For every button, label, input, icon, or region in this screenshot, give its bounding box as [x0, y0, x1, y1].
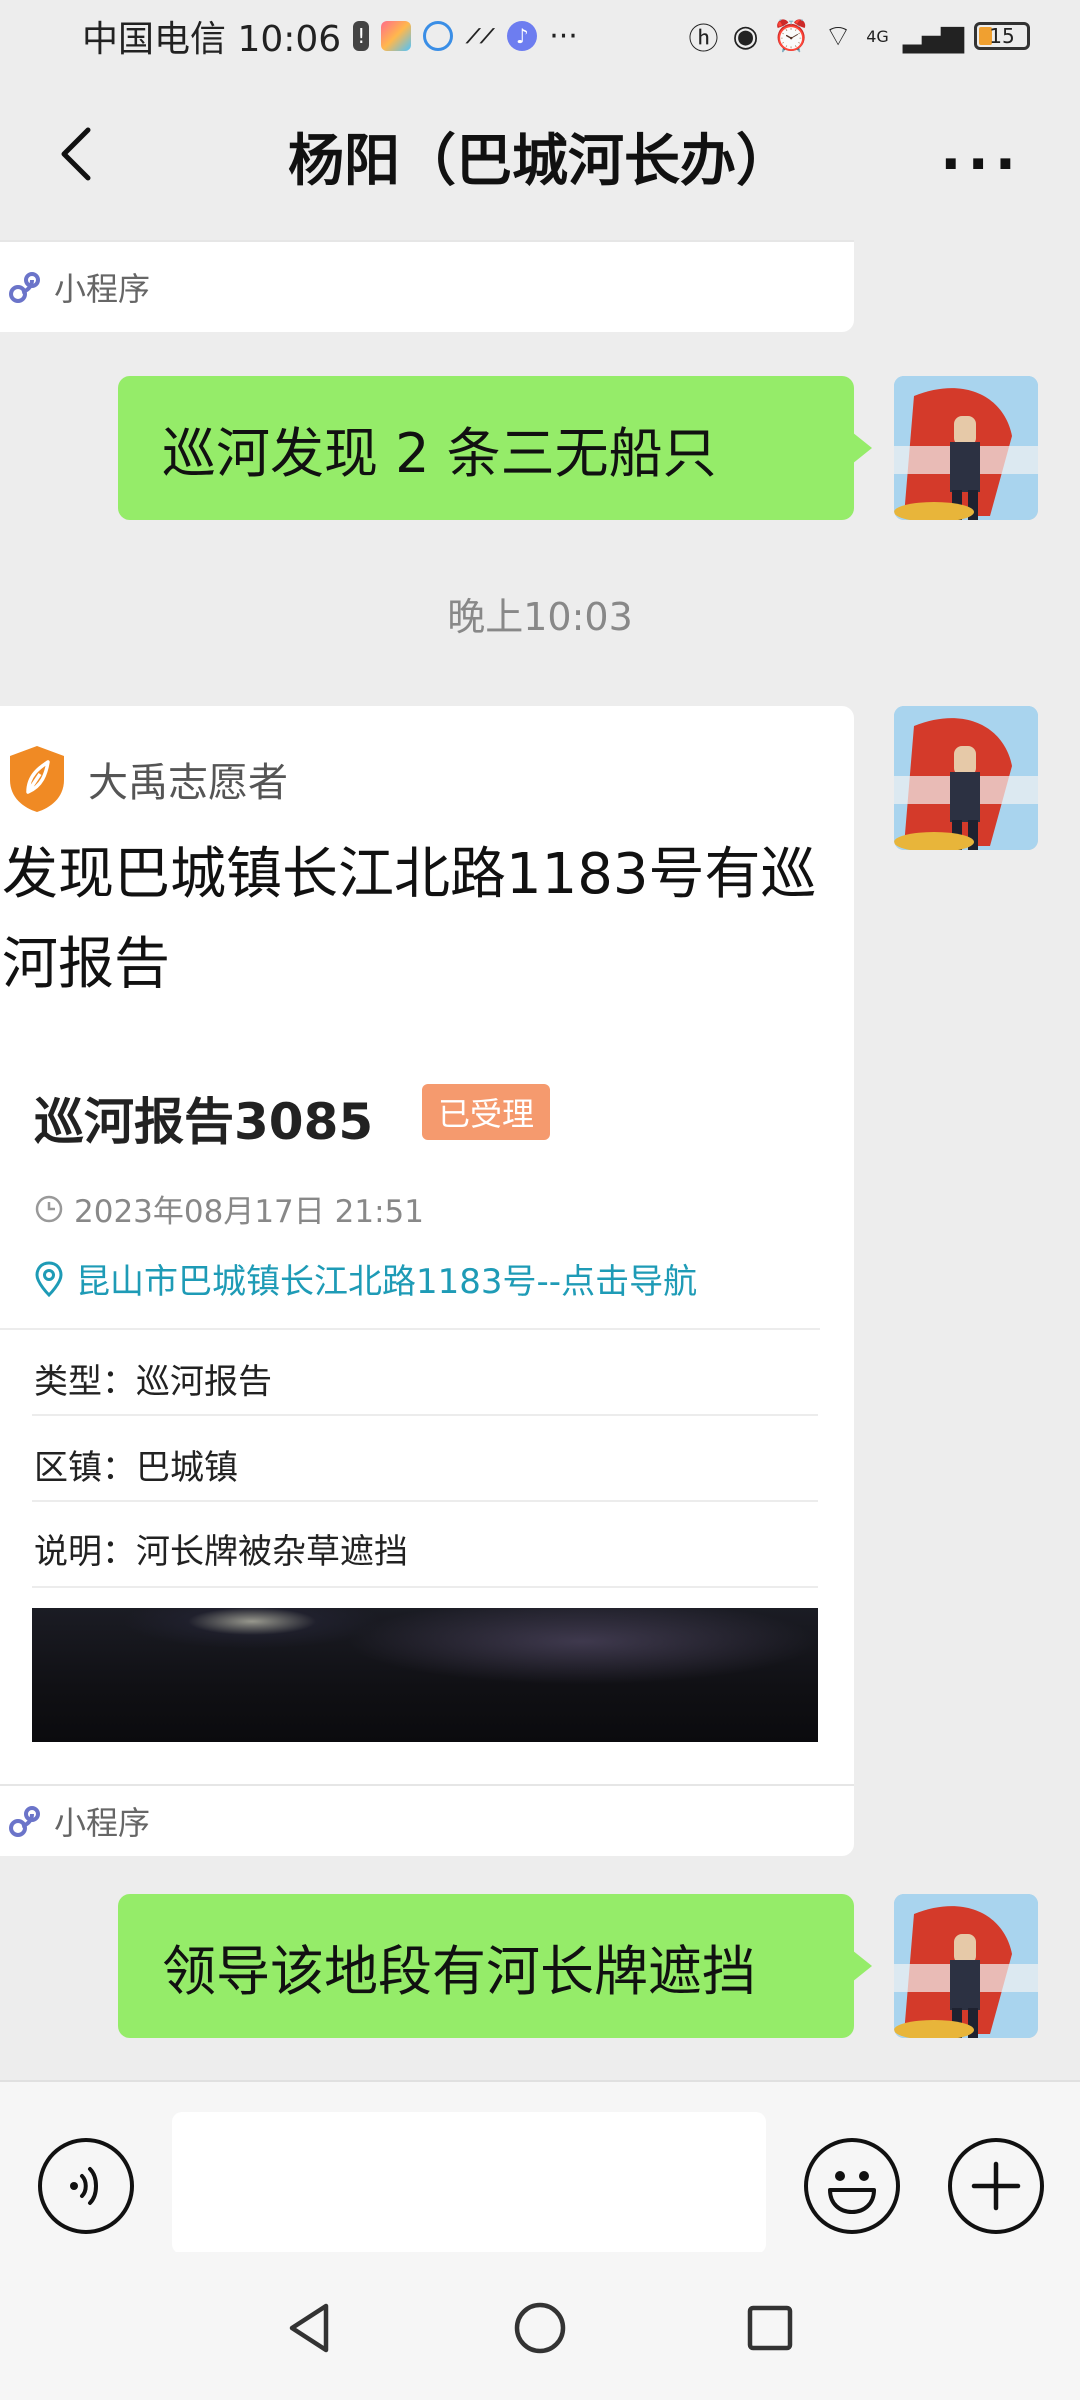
emoji-button[interactable] [804, 2138, 900, 2234]
battery-level: 15 [989, 24, 1015, 48]
circle-home-icon [514, 2302, 566, 2354]
sim-alert-icon: ! [353, 21, 370, 51]
datetime-text: 2023年08月17日 21:51 [74, 1194, 424, 1230]
location-pin-icon [35, 1260, 63, 1297]
card-source-name: 大禹志愿者 [88, 760, 288, 806]
carrier-time: 中国电信 10:06 [82, 19, 342, 60]
more-dots-icon[interactable]: ··· [940, 132, 1022, 197]
input-bar [0, 2080, 1080, 2254]
nav-recents-button[interactable] [730, 2288, 810, 2368]
mini-program-icon [9, 1806, 40, 1837]
divider [0, 1328, 820, 1330]
note-row: 说明：河长牌被杂草遮挡 [34, 1532, 408, 1572]
chat-header: 杨阳（巴城河长办） ··· [0, 72, 1080, 240]
message-input[interactable] [172, 2112, 766, 2254]
triangle-back-icon [289, 2303, 329, 2353]
timestamp: 晚上10:03 [447, 595, 633, 639]
avatar[interactable] [894, 376, 1038, 520]
mini-program-card[interactable]: 大禹志愿者 发现巴城镇长江北路1183号有巡河报告 巡河报告3085 已受理 2… [0, 706, 854, 1856]
nav-back-button[interactable] [270, 2288, 350, 2368]
avatar[interactable] [894, 706, 1038, 850]
message-text: 领导该地段有河长牌遮挡 [162, 1939, 756, 2003]
report-photo[interactable] [32, 1608, 818, 1742]
mini-program-icon [9, 272, 40, 303]
district-row: 区镇：巴城镇 [34, 1448, 238, 1488]
avatar-image [894, 1894, 1038, 2038]
network-label: 4G [866, 26, 889, 46]
battery-icon: 15 [974, 22, 1030, 50]
status-right: ⓗ ◉ ⏰ ⌔ 4G ▂▄▆ 15 [688, 14, 1030, 58]
emoji-icon [828, 2171, 876, 2214]
status-badge: 已受理 [422, 1084, 550, 1140]
chat-area[interactable]: 小程序 巡河发现 2 条三无船只 晚上10:03 大禹志愿者 发现巴城镇长江北路… [0, 240, 1080, 2080]
system-nav-bar [0, 2252, 1080, 2400]
avatar-image [894, 706, 1038, 850]
nav-home-button[interactable] [500, 2288, 580, 2368]
app-notification-icon [381, 21, 412, 51]
card-source: 大禹志愿者 [6, 744, 288, 814]
mini-program-label: 小程序 [54, 270, 151, 308]
volunteer-logo-icon [10, 746, 64, 812]
outgoing-message[interactable]: 巡河发现 2 条三无船只 [118, 376, 872, 520]
outgoing-message[interactable]: 领导该地段有河长牌遮挡 [118, 1894, 872, 2038]
avatar[interactable] [894, 1894, 1038, 2038]
previous-card-footer[interactable]: 小程序 [0, 240, 854, 332]
music-notification-icon: ♪ [507, 21, 538, 51]
link-notification-icon: ⟋⟋ [466, 24, 495, 48]
plus-button[interactable] [948, 2138, 1044, 2234]
card-headline: 发现巴城镇长江北路1183号有巡河报告 [2, 842, 817, 997]
voice-icon [70, 2167, 98, 2205]
clock-icon [35, 1195, 63, 1222]
wifi-icon: ⌔ [824, 19, 853, 54]
chat-notification-icon [423, 21, 454, 51]
chat-title: 杨阳（巴城河长办） [288, 128, 792, 194]
status-left: 中国电信 10:06 ! ⟋⟋ ♪ ··· [82, 10, 578, 62]
divider [32, 1500, 818, 1502]
card-footer: 小程序 [0, 1784, 854, 1856]
avatar-image [894, 376, 1038, 520]
hd-icon: ⓗ [688, 22, 719, 57]
divider [32, 1414, 818, 1416]
plus-icon [971, 2161, 1021, 2211]
mini-program-label: 小程序 [54, 1804, 151, 1842]
eye-icon: ◉ [732, 18, 759, 54]
report-title: 巡河报告3085 [34, 1093, 374, 1151]
location-text: 昆山市巴城镇长江北路1183号--点击导航 [76, 1262, 698, 1302]
type-row: 类型：巡河报告 [34, 1362, 272, 1402]
location-link[interactable]: 昆山市巴城镇长江北路1183号--点击导航 [34, 1254, 697, 1303]
alarm-icon: ⏰ [772, 18, 810, 54]
chevron-left-icon[interactable] [50, 124, 110, 184]
square-recents-icon [747, 2305, 793, 2351]
voice-button[interactable] [38, 2138, 134, 2234]
divider [32, 1586, 818, 1588]
message-text: 巡河发现 2 条三无船只 [162, 421, 717, 485]
status-bar: 中国电信 10:06 ! ⟋⟋ ♪ ··· ⓗ ◉ ⏰ ⌔ 4G ▂▄▆ 15 [0, 0, 1080, 72]
report-datetime: 2023年08月17日 21:51 [34, 1186, 424, 1231]
signal-icon: ▂▄▆ [902, 18, 964, 54]
status-more: ··· [549, 18, 578, 54]
